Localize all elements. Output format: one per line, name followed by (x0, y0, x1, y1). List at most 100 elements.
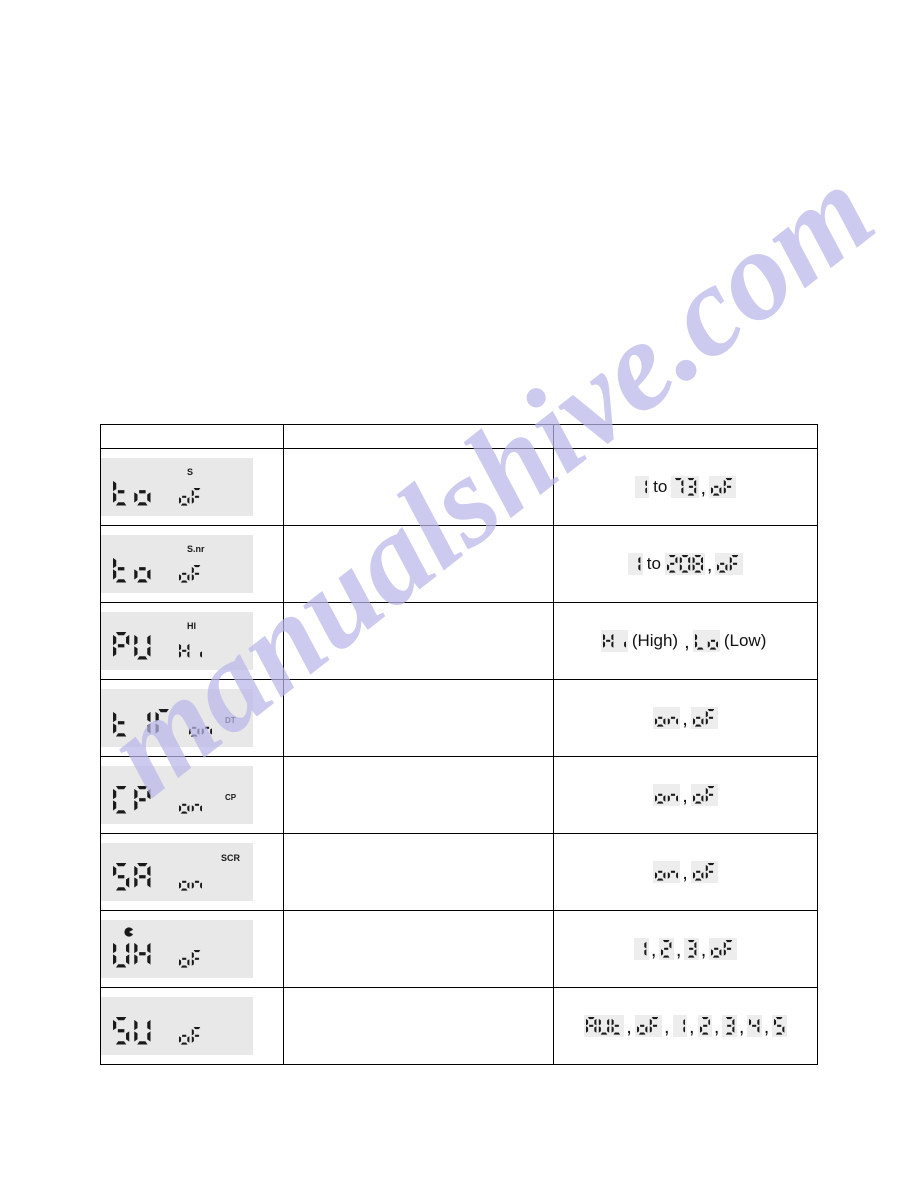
seven-segment-text (749, 1019, 760, 1033)
seven-segment-text (638, 557, 641, 571)
lcd-value-text (179, 796, 203, 814)
range-comma: , (713, 1015, 720, 1038)
range-value: (High), (Low) (554, 630, 817, 652)
seven-segment-text (179, 1027, 201, 1045)
lcd-value-text (179, 642, 203, 660)
seven-segment-text (661, 940, 672, 958)
lcd-value-text (179, 950, 202, 968)
range-cell: to, (553, 448, 818, 526)
range-comma: , (682, 861, 688, 884)
range-comma: , (650, 938, 657, 961)
seven-segment-text (694, 634, 718, 650)
lcd-annunciator (123, 926, 135, 938)
seven-segment-text (189, 726, 213, 737)
seven-segment-text (717, 555, 739, 573)
lcd-main-text (113, 863, 151, 891)
seven-segment-text (586, 1017, 621, 1035)
seven-segment-text (179, 880, 203, 891)
table-row: HI (High), (Low) (100, 602, 818, 680)
range-value: to, (554, 553, 817, 575)
lcd-display-panel (101, 997, 253, 1055)
seven-segment-text (113, 1017, 151, 1045)
display-cell (100, 987, 284, 1065)
seven-segment-text (179, 643, 203, 658)
seven-segment-text (113, 863, 151, 891)
range-segment-token (634, 938, 649, 960)
seven-segment-text (113, 632, 151, 660)
table-row: ,,, (100, 910, 818, 988)
range-value: ,,,,,, (554, 1015, 817, 1037)
lcd-value-text (189, 719, 213, 737)
range-segment-token (671, 476, 699, 498)
range-comma: , (675, 938, 682, 961)
range-segment-token (659, 938, 674, 960)
range-value: , (554, 861, 817, 883)
description-cell (283, 525, 554, 603)
lcd-main-text (113, 709, 172, 737)
range-segment-token (709, 938, 737, 960)
lcd-display-panel: CP (101, 766, 253, 824)
range-segment-token (653, 784, 681, 806)
seven-segment-text (692, 786, 715, 804)
seven-segment-text (113, 942, 151, 968)
seven-segment-text (179, 803, 203, 814)
seven-segment-text (666, 555, 703, 573)
range-comma: , (700, 476, 707, 499)
range-plain-text: (High) (631, 631, 679, 650)
lcd-value-text (179, 1027, 202, 1045)
lcd-display-panel: HI (101, 612, 253, 670)
description-cell (283, 833, 554, 911)
range-comma: , (706, 553, 713, 576)
range-comma: , (684, 630, 690, 653)
seven-segment-text (726, 1017, 735, 1035)
seven-segment-text (675, 478, 697, 496)
lcd-main-text (113, 632, 151, 660)
display-cell: S (100, 448, 284, 526)
range-comma: , (682, 707, 688, 730)
lcd-value-text (179, 873, 203, 891)
seven-segment-text (774, 1017, 785, 1035)
lcd-annunciator: S (187, 467, 194, 477)
range-segment-token (600, 630, 628, 652)
seven-segment-text (113, 480, 151, 506)
lcd-display-panel: DT (101, 689, 253, 747)
range-plain-text: to (653, 477, 668, 496)
seven-segment-text (692, 709, 715, 727)
range-segment-token (634, 1015, 662, 1037)
range-cell: , (553, 756, 818, 834)
range-plain-text: to (646, 554, 661, 573)
lcd-main-text (113, 940, 151, 968)
display-cell: SCR (100, 833, 284, 911)
description-cell (283, 448, 554, 526)
lcd-value-text (179, 488, 202, 506)
range-segment-token (672, 1015, 687, 1037)
range-comma: , (663, 1015, 670, 1038)
seven-segment-text (682, 1019, 685, 1033)
range-value: ,,, (554, 938, 817, 960)
range-segment-token (715, 553, 743, 575)
description-cell (283, 602, 554, 680)
range-comma: , (626, 1015, 632, 1038)
range-segment-token (628, 553, 643, 575)
lcd-display-panel: S (101, 458, 253, 516)
table-row: CP, (100, 756, 818, 834)
lcd-annunciator: HI (187, 621, 196, 631)
seven-segment-text (692, 863, 715, 881)
header-cell-display (100, 424, 284, 449)
seven-segment-text (179, 565, 201, 583)
lcd-annunciator: DT (225, 716, 236, 725)
specification-table: Sto, S.nr to, HI (High), (Low) DT, CP, SCR,,,,,,… (100, 424, 818, 1065)
range-comma: , (688, 1015, 695, 1038)
lcd-main-text (113, 786, 151, 814)
range-cell: to, (553, 525, 818, 603)
table-row: Sto, (100, 448, 818, 526)
display-cell: CP (100, 756, 284, 834)
seven-segment-text (688, 940, 697, 958)
range-segment-token (684, 938, 699, 960)
range-segment-token (690, 784, 718, 806)
seven-segment-text (699, 1017, 710, 1035)
range-cell: , (553, 679, 818, 757)
table-row: DT, (100, 679, 818, 757)
range-segment-token (653, 707, 681, 729)
lcd-value-text (179, 565, 202, 583)
